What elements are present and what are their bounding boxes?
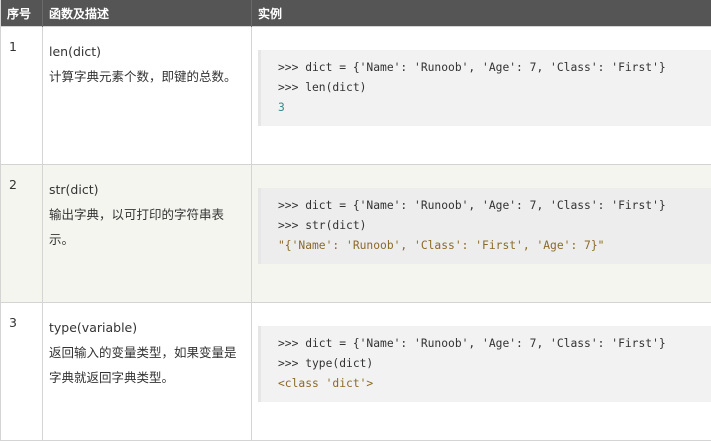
table-row: 3 type(variable) 返回输入的变量类型，如果变量是字典就返回字典类…: [1, 303, 711, 441]
row-description-cell: len(dict) 计算字典元素个数，即键的总数。: [43, 27, 252, 165]
code-line: >>> dict = {'Name': 'Runoob', 'Age': 7, …: [278, 334, 711, 354]
row-example-cell: >>> dict = {'Name': 'Runoob', 'Age': 7, …: [252, 27, 711, 165]
code-line: >>> type(dict): [278, 354, 711, 374]
header-description: 函数及描述: [43, 0, 252, 27]
function-name: type(variable): [49, 315, 245, 340]
code-block: >>> dict = {'Name': 'Runoob', 'Age': 7, …: [258, 50, 711, 126]
function-name: len(dict): [49, 39, 245, 64]
function-name: str(dict): [49, 177, 245, 202]
row-example-cell: >>> dict = {'Name': 'Runoob', 'Age': 7, …: [252, 165, 711, 303]
table-header-row: 序号 函数及描述 实例: [1, 0, 711, 27]
code-output: "{'Name': 'Runoob', 'Class': 'First', 'A…: [278, 236, 711, 256]
table-row: 1 len(dict) 计算字典元素个数，即键的总数。 >>> dict = {…: [1, 27, 711, 165]
table-row: 2 str(dict) 输出字典，以可打印的字符串表示。 >>> dict = …: [1, 165, 711, 303]
function-description: 返回输入的变量类型，如果变量是字典就返回字典类型。: [49, 345, 237, 385]
row-number: 2: [1, 165, 43, 303]
function-description: 计算字典元素个数，即键的总数。: [49, 69, 237, 84]
function-description: 输出字典，以可打印的字符串表示。: [49, 207, 224, 247]
row-number: 3: [1, 303, 43, 441]
dict-functions-table: 序号 函数及描述 实例 1 len(dict) 计算字典元素个数，即键的总数。 …: [0, 0, 711, 441]
code-line: >>> dict = {'Name': 'Runoob', 'Age': 7, …: [278, 196, 711, 216]
code-line: >>> str(dict): [278, 216, 711, 236]
code-block: >>> dict = {'Name': 'Runoob', 'Age': 7, …: [258, 326, 711, 402]
code-output: <class 'dict'>: [278, 374, 711, 394]
code-block: >>> dict = {'Name': 'Runoob', 'Age': 7, …: [258, 188, 711, 264]
header-number: 序号: [1, 0, 43, 27]
code-line: >>> len(dict): [278, 78, 711, 98]
header-example: 实例: [252, 0, 711, 27]
row-number: 1: [1, 27, 43, 165]
code-line: >>> dict = {'Name': 'Runoob', 'Age': 7, …: [278, 58, 711, 78]
row-description-cell: type(variable) 返回输入的变量类型，如果变量是字典就返回字典类型。: [43, 303, 252, 441]
row-description-cell: str(dict) 输出字典，以可打印的字符串表示。: [43, 165, 252, 303]
row-example-cell: >>> dict = {'Name': 'Runoob', 'Age': 7, …: [252, 303, 711, 441]
code-output: 3: [278, 98, 711, 118]
